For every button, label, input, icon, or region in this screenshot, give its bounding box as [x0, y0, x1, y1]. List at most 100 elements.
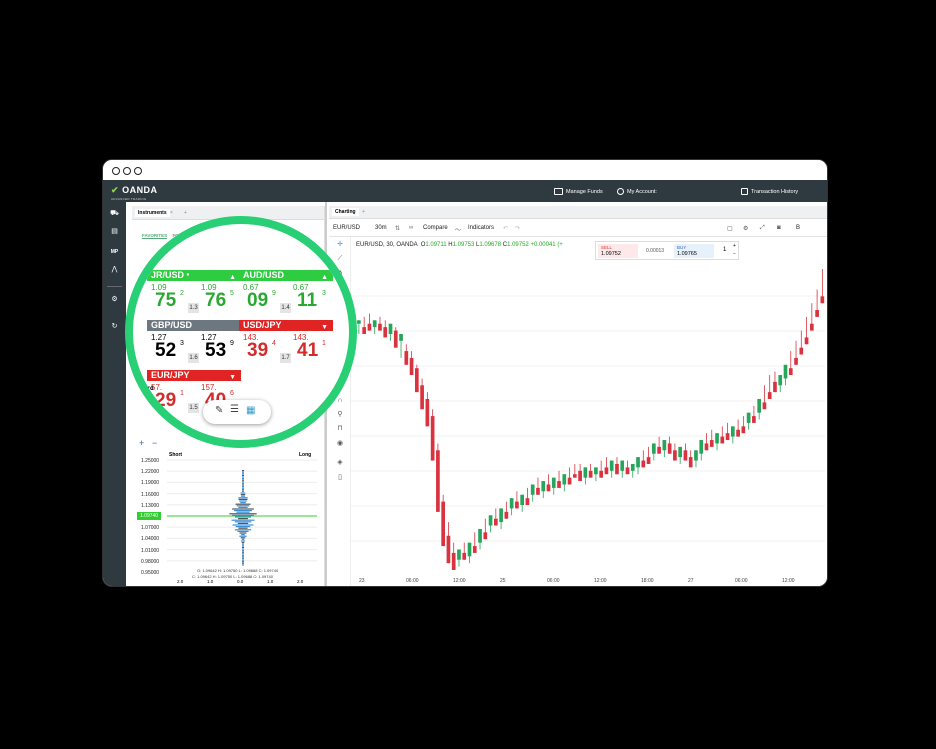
units-field[interactable]: 1 — [723, 247, 726, 253]
candle — [493, 508, 498, 526]
refresh-icon[interactable]: ↻ — [169, 420, 176, 429]
candle — [441, 494, 446, 547]
position-bar — [242, 489, 244, 491]
x-tick-label: 25 — [500, 578, 506, 584]
window-dot-3[interactable] — [134, 167, 142, 175]
candle — [404, 344, 409, 365]
add-chart-tab-icon[interactable]: + — [362, 209, 365, 215]
layers-icon[interactable]: ◈ — [336, 459, 344, 467]
news-icon[interactable]: ▤ — [110, 228, 119, 236]
position-bar — [238, 518, 248, 520]
buy-price-pips[interactable]: 53 — [205, 340, 226, 362]
compare-button[interactable]: Compare — [423, 225, 448, 231]
tile-header: EUR/JPY ▼ — [147, 370, 241, 381]
candle — [414, 364, 419, 393]
sell-price-pips[interactable]: 09 — [247, 290, 268, 312]
buy-price-pips[interactable]: 41 — [297, 340, 318, 362]
tab-charting[interactable]: Charting — [332, 208, 359, 216]
transaction-history-button[interactable]: Transaction History — [741, 188, 798, 195]
refresh-icon[interactable]: ↻ — [110, 323, 119, 331]
top-navbar: ✔ OANDA ADVANCED TRADING Manage Funds My… — [103, 180, 827, 202]
candle — [367, 313, 372, 331]
my-account-button[interactable]: My Account: — [617, 188, 657, 195]
crosshair-icon[interactable]: ✛ — [336, 241, 344, 249]
indicators-button[interactable]: Indicators — [468, 225, 494, 231]
position-bar — [242, 470, 244, 472]
position-bar — [240, 540, 246, 542]
direction-arrow-icon: ▼ — [229, 374, 236, 381]
position-bar — [242, 486, 244, 488]
tab-instruments[interactable]: Instruments — [135, 209, 170, 217]
charting-pane: Charting + EUR/USD 30m ⇅ ∞ Compare 〜 Ind… — [329, 206, 827, 586]
camera-icon[interactable]: ◙ — [777, 225, 781, 231]
grid-view-icon[interactable]: ▦ — [246, 405, 255, 416]
signals-icon[interactable]: ⋀ — [110, 266, 119, 274]
candlestick-chart[interactable] — [351, 261, 825, 578]
magnet-icon[interactable]: ∩ — [336, 397, 344, 405]
units-increment[interactable]: + — [733, 243, 736, 249]
indicators-icon[interactable]: 〜 — [455, 225, 461, 234]
instrument-tile[interactable]: USD/JPY ▼ 143. 39 4 1.7 143. 41 1 — [239, 320, 333, 366]
window-dot-2[interactable] — [123, 167, 131, 175]
favorite-star-icon[interactable]: * — [187, 273, 190, 280]
candle — [472, 532, 477, 553]
sell-price-fraction: 4 — [272, 340, 276, 347]
sell-price-pips[interactable]: 52 — [155, 340, 176, 362]
chart-instrument-label: EUR/USD, 30, OANDA — [356, 242, 418, 248]
position-bar — [241, 545, 245, 547]
candle — [536, 477, 540, 495]
chart-style-icon[interactable]: ⇅ — [395, 225, 400, 232]
layout-icon[interactable]: ▢ — [727, 225, 733, 232]
spread-badge: 1.3 — [188, 303, 199, 313]
wallet-icon — [554, 188, 563, 195]
pencil-icon[interactable]: ✎ — [215, 405, 223, 416]
sell-price-pips[interactable]: 75 — [155, 290, 176, 312]
candle — [420, 378, 424, 410]
chart-settings-icon[interactable]: ⚙ — [743, 225, 748, 232]
measure-icon[interactable]: ⚲ — [336, 411, 344, 419]
settings-gear-icon[interactable]: ⚙ — [110, 296, 119, 304]
instrument-tile[interactable]: JR/USD * ▲ 1.09 75 2 1.3 1.09 76 5 — [147, 270, 241, 316]
undo-icon[interactable]: ↶ — [503, 225, 508, 232]
symbol-selector[interactable]: EUR/USD — [333, 225, 360, 231]
candle — [599, 460, 604, 478]
instrument-tile[interactable]: GBP/USD 1.27 52 3 1.6 1.27 53 9 — [147, 320, 241, 366]
x-tick-label: 06:00 — [735, 578, 748, 584]
logo-text: OANDA — [122, 185, 158, 195]
manage-funds-button[interactable]: Manage Funds — [554, 188, 603, 195]
trend-line-icon[interactable]: ⟋ — [336, 255, 344, 263]
buy-button[interactable]: BUY 1.09765 — [674, 244, 714, 258]
close-tab-icon[interactable]: × — [170, 210, 173, 216]
lock-icon[interactable]: ⊓ — [336, 425, 344, 433]
add-tab-icon[interactable]: + — [184, 210, 187, 216]
candle — [388, 323, 393, 341]
market-pulse-icon[interactable]: MP — [110, 248, 119, 256]
tab-favorites[interactable]: FAVORITES — [142, 233, 168, 239]
x-tick-label: 06:00 — [406, 578, 419, 584]
pair-name: JR/USD — [151, 270, 185, 280]
window-dot-1[interactable] — [112, 167, 120, 175]
buy-price-pips[interactable]: 76 — [205, 290, 226, 312]
spread-badge: 1.5 — [188, 403, 199, 413]
compare-icon[interactable]: ∞ — [409, 225, 413, 231]
sell-price-pips[interactable]: 29 — [155, 390, 176, 412]
redo-icon[interactable]: ↷ — [515, 225, 520, 232]
candle — [372, 320, 377, 334]
sell-button[interactable]: SELL 1.09752 — [598, 244, 638, 258]
fullscreen-icon[interactable]: ⤢ — [760, 225, 765, 232]
toolbar-more[interactable]: B — [796, 225, 800, 231]
interval-selector[interactable]: 30m — [375, 225, 387, 231]
list-view-icon[interactable]: ☰ — [230, 404, 239, 415]
instrument-tile[interactable]: AUD/USD ▲ 0.67 09 9 1.4 0.67 11 3 — [239, 270, 333, 316]
units-decrement[interactable]: − — [733, 251, 736, 257]
sell-price-pips[interactable]: 39 — [247, 340, 268, 362]
buy-price-pips[interactable]: 11 — [297, 290, 317, 312]
candle — [562, 474, 567, 492]
trade-cart-icon[interactable]: ⛟ — [110, 210, 119, 218]
x-tick-label: 27 — [688, 578, 694, 584]
candle — [799, 330, 804, 355]
candle — [588, 463, 593, 478]
trash-icon[interactable]: ▯ — [336, 474, 344, 482]
tile-header: AUD/USD ▲ — [239, 270, 333, 281]
eye-icon[interactable]: ◉ — [336, 440, 344, 448]
